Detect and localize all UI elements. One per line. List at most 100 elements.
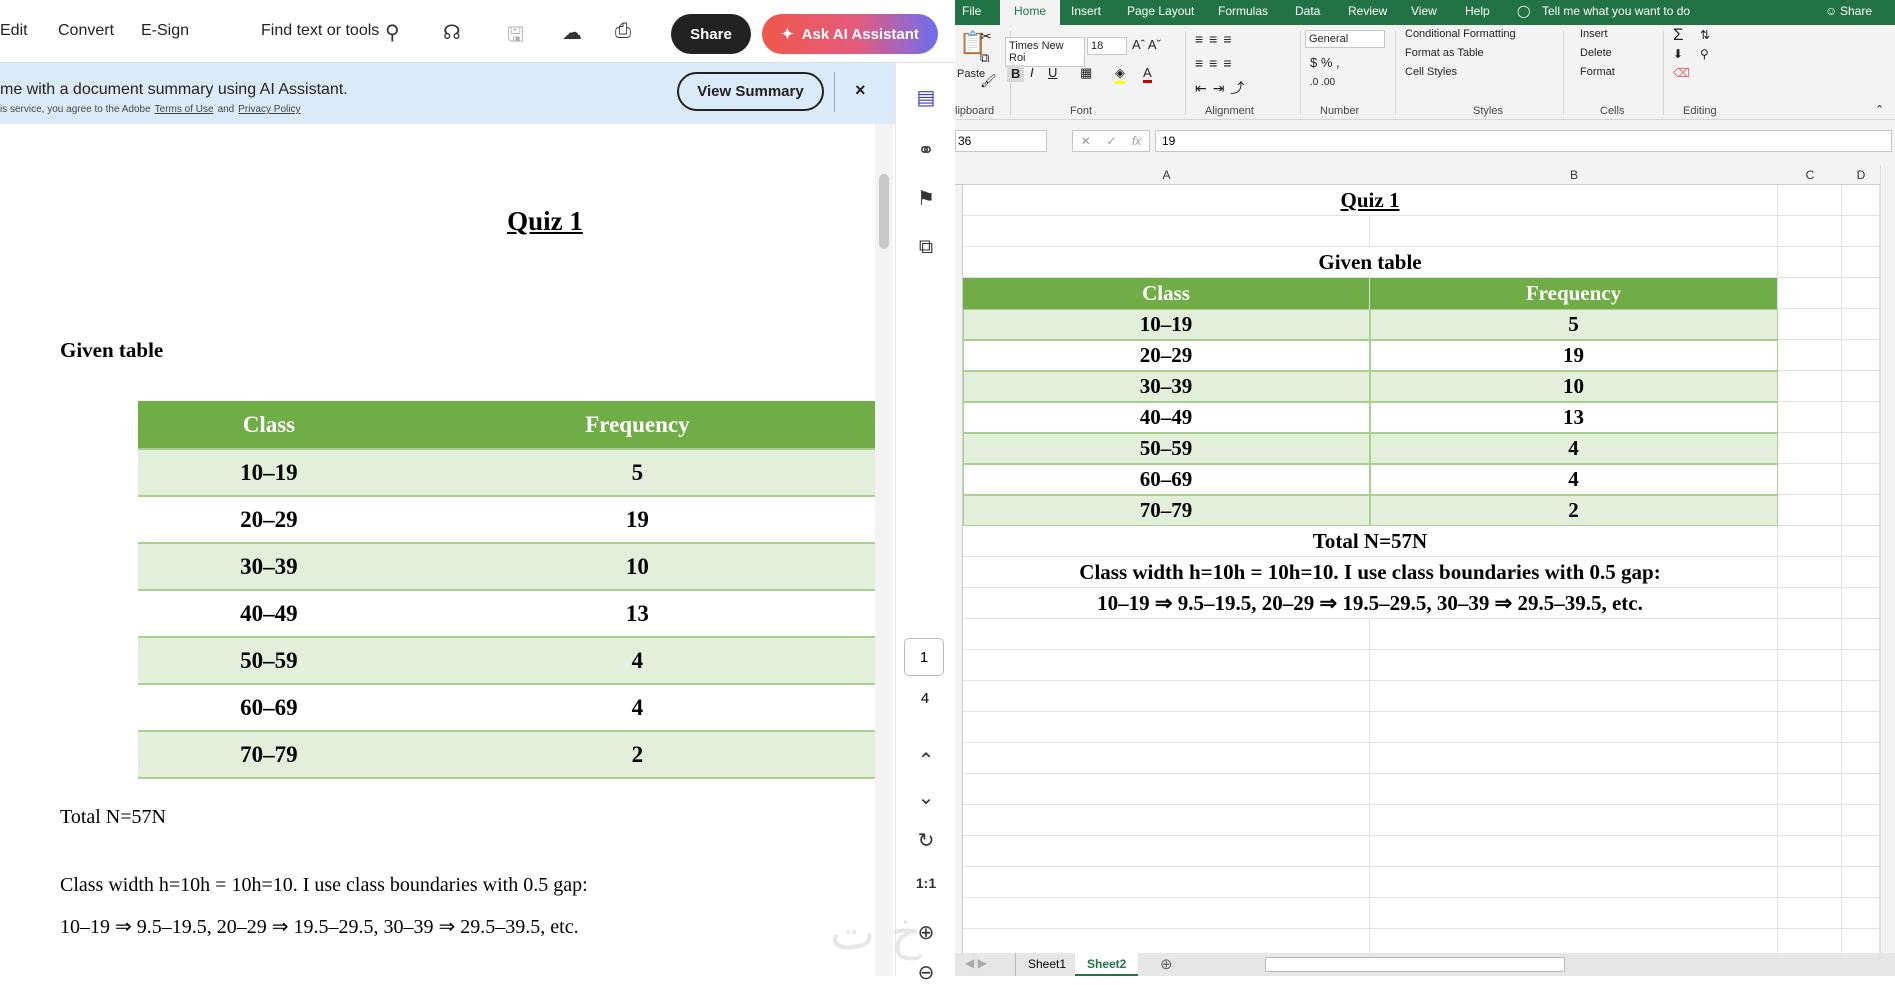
cell[interactable]: 10 <box>1370 371 1778 402</box>
tab-home[interactable]: Home <box>1000 0 1061 25</box>
view-summary-button[interactable]: View Summary <box>677 72 824 111</box>
cell[interactable] <box>1842 898 1880 929</box>
save-icon[interactable]: 🖫 <box>507 20 524 54</box>
cell[interactable]: 40–49 <box>963 402 1370 433</box>
increase-font-icon[interactable]: Aˆ Aˇ <box>1132 37 1161 52</box>
cell[interactable] <box>1842 495 1880 526</box>
alignment-icons[interactable]: ≡≡≡ <box>1195 31 1238 47</box>
cell[interactable] <box>1370 619 1778 650</box>
cell[interactable] <box>1842 526 1880 557</box>
cell[interactable] <box>1842 650 1880 681</box>
copy-icon[interactable]: ⧉ <box>980 50 989 66</box>
bold-button[interactable]: B <box>1007 65 1025 82</box>
cell[interactable] <box>1778 309 1842 340</box>
horizontal-scrollbar[interactable] <box>1265 957 1565 972</box>
cell[interactable] <box>1778 774 1842 805</box>
tab-formulas[interactable]: Formulas <box>1218 4 1268 18</box>
row-headers[interactable] <box>955 185 963 953</box>
cell[interactable] <box>1842 464 1880 495</box>
cell[interactable] <box>1842 805 1880 836</box>
cell[interactable] <box>1842 929 1880 953</box>
menu-esign[interactable]: E-Sign <box>141 22 189 40</box>
cell[interactable]: Class width h=10h = 10h=10. I use class … <box>963 557 1778 588</box>
cell[interactable] <box>1842 185 1880 216</box>
sheet-tab-sheet1[interactable]: Sheet1 <box>1015 953 1078 976</box>
sheet-nav-arrows[interactable]: ◀ ▶ <box>965 956 987 970</box>
cut-icon[interactable]: ✂ <box>980 28 992 45</box>
format-cells-button[interactable]: Format <box>1580 66 1615 78</box>
excel-share-button[interactable]: Share <box>1840 4 1872 18</box>
cell[interactable] <box>963 774 1370 805</box>
headphones-icon[interactable]: ☊ <box>443 20 461 45</box>
cell[interactable]: Given table <box>963 247 1778 278</box>
cell[interactable] <box>1370 898 1778 929</box>
cell[interactable] <box>1842 247 1880 278</box>
tell-me-search[interactable]: Tell me what you want to do <box>1542 4 1690 18</box>
comment-icon[interactable]: ⚭ <box>896 138 956 163</box>
cell[interactable] <box>963 743 1370 774</box>
cell[interactable] <box>1778 340 1842 371</box>
horizontal-align-icons[interactable]: ≡≡≡ <box>1195 55 1238 71</box>
number-format-select[interactable]: General <box>1305 30 1385 48</box>
tab-help[interactable]: Help <box>1465 4 1490 18</box>
bookmark-icon[interactable]: ⚑ <box>896 186 956 211</box>
underline-button[interactable]: U <box>1048 65 1057 80</box>
cell[interactable]: Total N=57N <box>963 526 1778 557</box>
cell[interactable]: 60–69 <box>963 464 1370 495</box>
fill-color-icon[interactable]: ◈ <box>1115 65 1125 84</box>
page-up-icon[interactable]: ⌃ <box>896 748 956 773</box>
cell[interactable]: 10–19 ⇒ 9.5–19.5, 20–29 ⇒ 19.5–29.5, 30–… <box>963 588 1778 619</box>
cell[interactable]: 5 <box>1370 309 1778 340</box>
cell[interactable] <box>1842 557 1880 588</box>
cell[interactable] <box>1842 216 1880 247</box>
cell[interactable] <box>963 898 1370 929</box>
share-icon[interactable]: ☺ <box>1825 4 1837 18</box>
cell[interactable] <box>1778 495 1842 526</box>
cell[interactable] <box>963 836 1370 867</box>
cell[interactable]: 4 <box>1370 464 1778 495</box>
cell[interactable]: 20–29 <box>963 340 1370 371</box>
cell[interactable] <box>963 216 1370 247</box>
cell[interactable]: Quiz 1 <box>963 185 1778 216</box>
tab-data[interactable]: Data <box>1295 4 1320 18</box>
cell[interactable] <box>1778 619 1842 650</box>
cell[interactable] <box>1842 836 1880 867</box>
conditional-formatting-button[interactable]: Conditional Formatting <box>1405 28 1516 40</box>
cell[interactable] <box>1778 867 1842 898</box>
worksheet-grid[interactable]: A B C D Quiz 1 Given table Class Frequency 1… <box>955 165 1880 953</box>
cell[interactable]: 2 <box>1370 495 1778 526</box>
cell[interactable] <box>1778 712 1842 743</box>
cell-styles-button[interactable]: Cell Styles <box>1405 66 1457 78</box>
cell[interactable] <box>1842 681 1880 712</box>
cell[interactable] <box>963 867 1370 898</box>
terms-link[interactable]: Terms of Use <box>155 104 214 115</box>
cell[interactable] <box>1370 774 1778 805</box>
page-number-input[interactable]: 1 <box>904 638 944 676</box>
sheet-tab-sheet2[interactable]: Sheet2 <box>1075 953 1139 976</box>
rotate-icon[interactable]: ↻ <box>896 828 956 853</box>
formula-input[interactable]: 19 <box>1155 130 1892 152</box>
cell[interactable] <box>1842 402 1880 433</box>
cell[interactable]: Frequency <box>1370 278 1778 309</box>
name-box[interactable]: 36 <box>955 130 1047 152</box>
cell[interactable] <box>1842 867 1880 898</box>
tab-review[interactable]: Review <box>1348 4 1387 18</box>
clear-icon[interactable]: ⌫ <box>1673 66 1690 80</box>
menu-convert[interactable]: Convert <box>58 22 114 40</box>
cell[interactable] <box>1778 681 1842 712</box>
actual-size-icon[interactable]: 1:1 <box>896 875 956 891</box>
cell[interactable] <box>1778 588 1842 619</box>
cell[interactable] <box>1842 309 1880 340</box>
fx-icon[interactable]: fx <box>1132 134 1141 148</box>
share-button[interactable]: Share <box>671 14 751 54</box>
italic-button[interactable]: I <box>1030 65 1034 80</box>
cell[interactable] <box>1778 433 1842 464</box>
cell[interactable]: 10–19 <box>963 309 1370 340</box>
indent-icons[interactable]: ⇤⇥⤴ <box>1195 78 1250 98</box>
cell[interactable] <box>963 712 1370 743</box>
cell[interactable] <box>1370 743 1778 774</box>
zoom-out-icon[interactable]: ⊖ <box>896 960 956 985</box>
column-header-b[interactable]: B <box>1370 168 1778 182</box>
menu-edit[interactable]: Edit <box>0 22 28 40</box>
cell[interactable] <box>963 681 1370 712</box>
